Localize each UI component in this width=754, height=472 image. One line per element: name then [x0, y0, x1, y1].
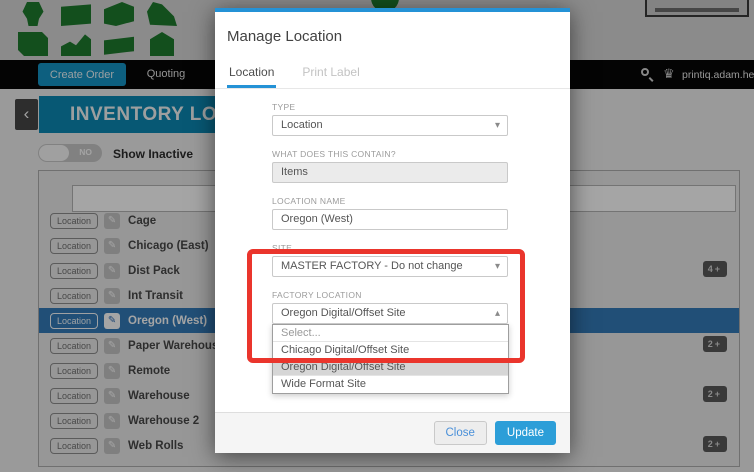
chevron-up-icon: ▴: [494, 308, 500, 319]
manage-location-modal: Manage Location Location Print Label TYPE…: [215, 8, 570, 453]
tab-print-label[interactable]: Print Label: [300, 58, 361, 88]
chevron-down-icon: ▾: [494, 120, 500, 131]
factory-location-dropdown: Select... Chicago Digital/Offset Site Oreg…: [272, 324, 509, 394]
dropdown-option[interactable]: Oregon Digital/Offset Site: [273, 359, 508, 376]
site-select[interactable]: MASTER FACTORY - Do not change ▾: [272, 256, 508, 277]
factory-location-select[interactable]: Oregon Digital/Offset Site ▴: [272, 303, 508, 324]
location-name-label: LOCATION NAME: [272, 196, 346, 206]
type-label: TYPE: [272, 102, 296, 112]
factory-location-label: FACTORY LOCATION: [272, 290, 362, 300]
modal-title: Manage Location: [227, 28, 343, 45]
close-button[interactable]: Close: [433, 421, 487, 445]
location-name-input[interactable]: Oregon (West): [272, 209, 508, 230]
dropdown-option[interactable]: Wide Format Site: [273, 376, 508, 393]
site-label: SITE: [272, 243, 293, 253]
modal-footer: Close Update: [215, 412, 570, 453]
tab-location[interactable]: Location: [227, 58, 277, 88]
chevron-down-icon: ▾: [494, 261, 500, 272]
type-select[interactable]: Location ▾: [272, 115, 508, 136]
app-root: Create Order Quoting ♛ printiq.adam.hext…: [0, 0, 754, 472]
contains-label: WHAT DOES THIS CONTAIN?: [272, 149, 396, 159]
dropdown-option[interactable]: Select...: [273, 325, 508, 342]
update-button[interactable]: Update: [494, 421, 556, 445]
modal-body: TYPE Location ▾ WHAT DOES THIS CONTAIN? …: [272, 102, 509, 427]
modal-tabs: Location Print Label: [215, 58, 570, 89]
contains-field: Items: [272, 162, 508, 183]
dropdown-option[interactable]: Chicago Digital/Offset Site: [273, 342, 508, 359]
